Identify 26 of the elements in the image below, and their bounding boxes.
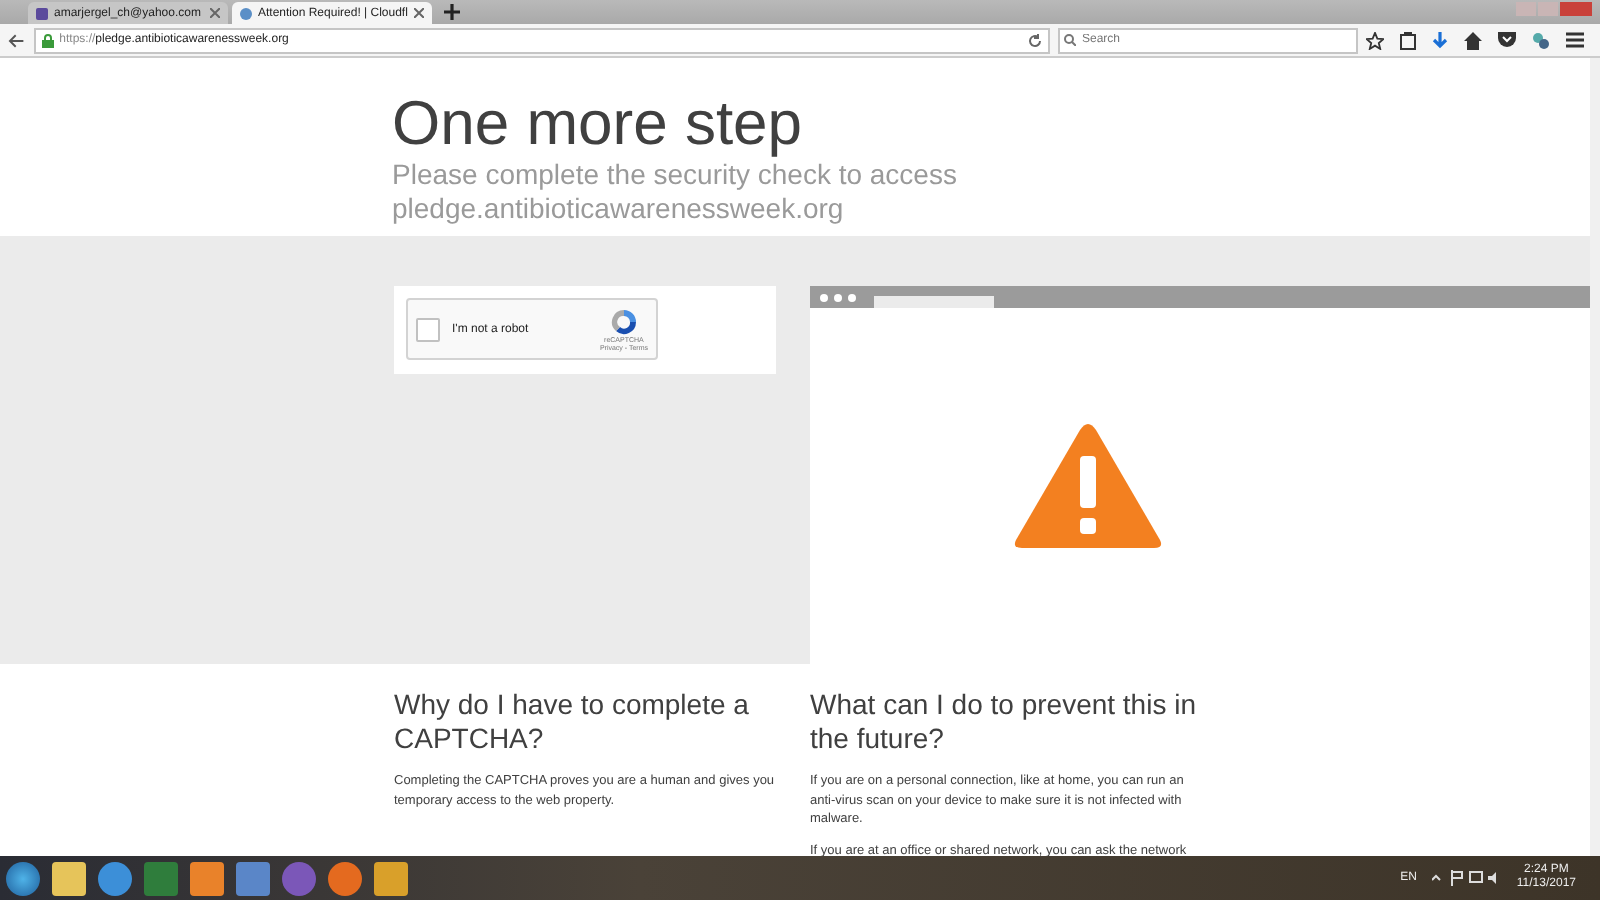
pocket-icon[interactable] xyxy=(1498,32,1516,48)
warning-icon xyxy=(1011,420,1163,552)
home-icon[interactable] xyxy=(1464,31,1482,49)
lock-icon xyxy=(41,33,54,47)
favicon-icon xyxy=(36,7,48,19)
star-icon[interactable] xyxy=(1366,31,1384,49)
scrollbar[interactable] xyxy=(1590,58,1600,856)
clipboard-icon[interactable] xyxy=(1400,31,1416,49)
extension-icon[interactable] xyxy=(1532,31,1550,49)
section-heading: What can I do to prevent this in the future? xyxy=(810,688,1198,756)
recaptcha-logo-icon xyxy=(609,307,638,335)
window-controls-icon[interactable] xyxy=(1516,2,1592,16)
captcha-checkbox[interactable] xyxy=(416,317,440,341)
section-heading: Why do I have to complete a CAPTCHA? xyxy=(394,688,751,756)
reload-icon[interactable] xyxy=(1028,33,1042,47)
page-subtitle: Please complete the security check to access pledge.antibioticawarenessweek.org xyxy=(392,158,959,226)
close-icon[interactable] xyxy=(414,8,424,18)
download-icon[interactable] xyxy=(1432,31,1448,49)
tray-icons-icon[interactable] xyxy=(1432,870,1501,886)
menu-icon[interactable] xyxy=(1566,32,1584,48)
close-icon[interactable] xyxy=(210,8,220,18)
back-icon[interactable] xyxy=(8,31,26,49)
favicon-icon xyxy=(240,7,252,19)
search-icon xyxy=(1064,34,1076,46)
page-title: One more step xyxy=(392,90,805,158)
new-tab-icon[interactable] xyxy=(444,4,460,20)
